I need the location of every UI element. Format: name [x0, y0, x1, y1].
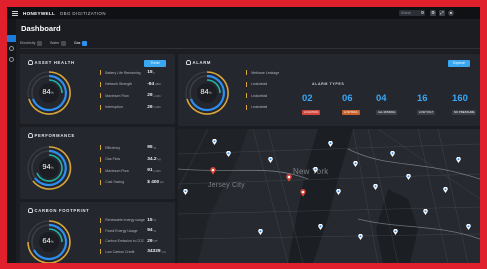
map-pin-icon[interactable]	[258, 229, 263, 235]
search-placeholder: Search	[401, 11, 412, 15]
alarm-type-low-volt[interactable]: 16 LOW VOLT	[417, 93, 449, 115]
alarm-legend: Methane Leakage Leakdetail Leakdetail Le…	[246, 67, 301, 113]
map-pin-icon[interactable]	[268, 157, 273, 163]
top-bar: HONEYWELL DBG DIGITIZATION Search ⚙ ⤢ ●	[7, 7, 480, 19]
list-item: Carbon Emission in CO2 29 MT	[100, 236, 166, 247]
list-item: Leakdetail	[246, 79, 301, 91]
alarm-type-all-missing[interactable]: 04 ALL MISSING	[376, 93, 408, 115]
page-title: Dashboard	[21, 24, 61, 33]
brand-name: HONEYWELL	[23, 10, 56, 16]
map-pin-icon[interactable]	[313, 167, 318, 173]
tab-gas[interactable]: Gas	[74, 41, 87, 46]
map-pin-icon[interactable]	[423, 209, 428, 215]
map-pin-icon[interactable]	[336, 189, 341, 195]
product-name: DBG DIGITIZATION	[60, 10, 106, 16]
performance-title: PERFORMANCE	[28, 133, 75, 138]
search-input[interactable]: Search	[399, 10, 425, 16]
map-pin-icon[interactable]	[328, 141, 333, 147]
list-item: Fossil Energy Usage 94%	[100, 226, 166, 237]
performance-card: PERFORMANCE 94% Efficiency 95% Gas Flow 34…	[20, 127, 175, 199]
map-pin-icon[interactable]	[466, 224, 471, 230]
map-alarm-pin-icon[interactable]	[210, 167, 216, 175]
bulb-icon	[28, 208, 33, 213]
map-alarm-pin-icon[interactable]	[286, 174, 292, 182]
rail-item-dashboard[interactable]	[7, 35, 16, 42]
alarm-type-location[interactable]: 02 LOCATION	[302, 93, 334, 115]
tab-electricity[interactable]: Electricity	[20, 41, 42, 46]
utility-tabs: Electricity Water Gas	[20, 41, 87, 46]
list-item: Maximum Flow 29 m3/hr	[100, 90, 161, 102]
app-window: HONEYWELL DBG DIGITIZATION Search ⚙ ⤢ ● …	[7, 7, 480, 263]
list-item: Leakdetail	[246, 90, 301, 102]
bulb-icon	[28, 133, 33, 138]
bulb-icon	[186, 60, 191, 65]
list-item: Cost Saving $ 400 kd	[100, 177, 163, 189]
tab-water[interactable]: Water	[50, 41, 66, 46]
performance-gauge-value: 94%	[42, 162, 54, 171]
rail-item-devices-icon[interactable]	[9, 46, 14, 51]
list-item: Renewable energy usage 15%	[100, 215, 166, 226]
map-label-jersey-city: Jersey City	[208, 182, 245, 189]
asset-health-title: ASSET HEALTH	[28, 60, 75, 65]
asset-health-card: ASSET HEALTH Trend 84% Battery Life Rema…	[20, 54, 175, 124]
map-pin-icon[interactable]	[226, 151, 231, 157]
list-item: Gas Flow 34.2 kg	[100, 154, 163, 166]
asset-health-metrics: Battery Life Remaining 15 h Network Streng…	[100, 67, 161, 113]
map-pin-icon[interactable]	[393, 229, 398, 235]
list-item: Interruption 29 m3/hr	[100, 102, 161, 114]
map-pin-icon[interactable]	[456, 157, 461, 163]
trend-button[interactable]: Trend	[144, 60, 166, 67]
map-pin-icon[interactable]	[318, 224, 323, 230]
expand-icon[interactable]: ⤢	[439, 10, 445, 16]
left-rail	[7, 19, 16, 263]
search-icon	[420, 11, 424, 15]
asset-health-gauge-value: 84%	[42, 87, 54, 96]
explore-button[interactable]: Explore	[448, 60, 470, 67]
map-streets	[178, 129, 480, 263]
map-alarm-pin-icon[interactable]	[300, 189, 306, 197]
list-item: Maximum Flow 91 m3/hr	[100, 165, 163, 177]
map-pin-icon[interactable]	[390, 151, 395, 157]
user-avatar-icon[interactable]: ●	[448, 10, 454, 16]
alarm-title: ALARM	[186, 60, 211, 65]
map-label-new-york: New York	[293, 167, 329, 176]
carbon-gauge-value: 64%	[42, 236, 54, 245]
map-pin-icon[interactable]	[406, 174, 411, 180]
list-item: Battery Life Remaining 15 h	[100, 67, 161, 79]
carbon-metrics: Renewable energy usage 15% Fossil Energy …	[100, 215, 166, 257]
list-item: Network Strength -94 dBm	[100, 79, 161, 91]
map-pin-icon[interactable]	[212, 139, 217, 145]
alarm-card: ALARM Explore 84% Methane Leakage Leakde…	[178, 54, 480, 126]
alarm-type-low-bias[interactable]: 06 LOW BIAS	[342, 93, 374, 115]
list-item: Leakdetail	[246, 102, 301, 114]
map-pin-icon[interactable]	[353, 161, 358, 167]
alarm-type-no-pressure[interactable]: 160 NO PRESSURE	[452, 93, 480, 115]
alarm-gauge-value: 84%	[200, 87, 212, 96]
alarm-types-title: ALARM TYPES	[312, 82, 345, 86]
carbon-footprint-title: CARBON FOOTPRINT	[28, 208, 89, 213]
hamburger-menu-icon[interactable]	[12, 10, 18, 16]
performance-metrics: Efficiency 95% Gas Flow 34.2 kg Maximum Flo…	[100, 142, 163, 188]
map-pin-icon[interactable]	[373, 184, 378, 190]
map-pin-icon[interactable]	[443, 187, 448, 193]
list-item: Low Carbon Credit 34329 CC	[100, 247, 166, 258]
list-item: Efficiency 95%	[100, 142, 163, 154]
tab-divider	[20, 48, 480, 49]
map-pin-icon[interactable]	[183, 189, 188, 195]
settings-icon[interactable]: ⚙	[430, 10, 436, 16]
carbon-footprint-card: CARBON FOOTPRINT 64% Renewable energy us…	[20, 202, 175, 263]
map-view[interactable]: Jersey City New York	[178, 129, 480, 263]
list-item: Methane Leakage	[246, 67, 301, 79]
bulb-icon	[28, 60, 33, 65]
map-pin-icon[interactable]	[358, 234, 363, 240]
rail-item-settings-icon[interactable]	[9, 57, 14, 62]
